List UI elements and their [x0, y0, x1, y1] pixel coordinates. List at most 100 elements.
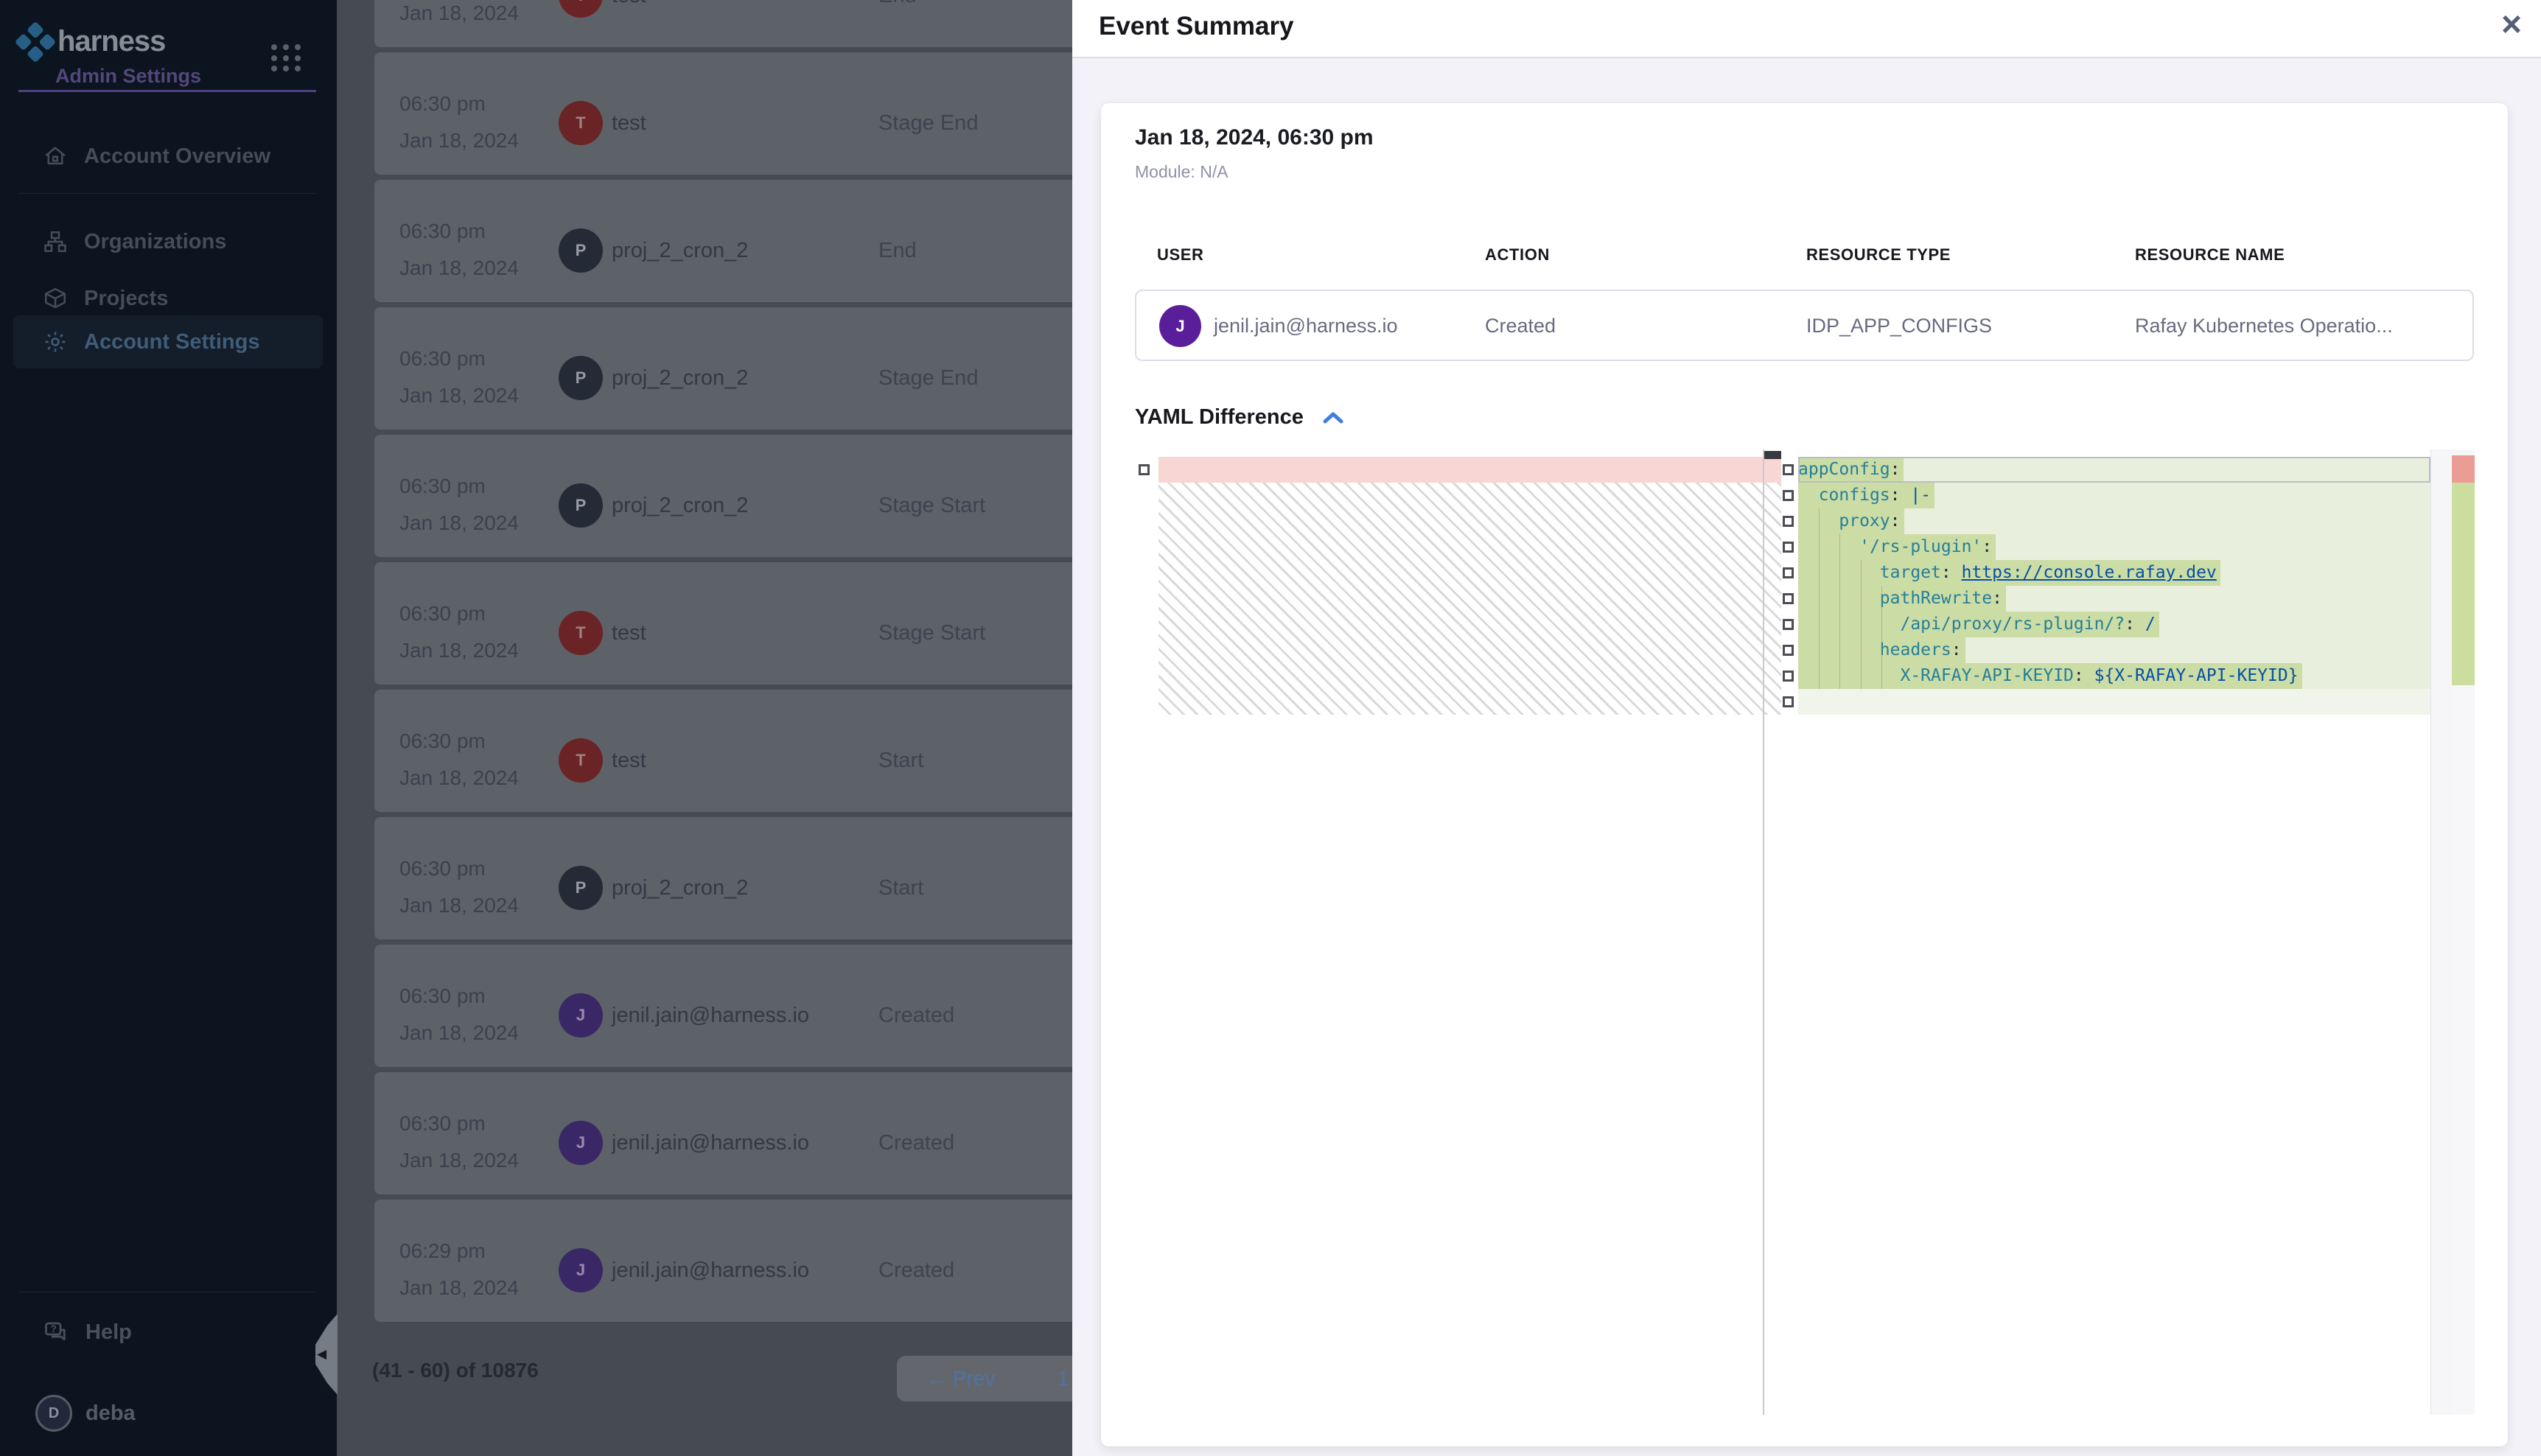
- event-date: Jan 18, 2024: [399, 129, 519, 153]
- svg-text:?: ?: [51, 1323, 57, 1334]
- page-1-button[interactable]: 1: [1058, 1367, 1069, 1390]
- module-subtitle: Admin Settings: [55, 65, 201, 88]
- row-avatar: P: [559, 356, 603, 400]
- event-time: 06:29 pm: [399, 1239, 486, 1263]
- column-header-resource-type: RESOURCE TYPE: [1806, 245, 1951, 265]
- diff-line-marker-icon[interactable]: [1783, 464, 1794, 475]
- event-time: 06:30 pm: [399, 984, 486, 1008]
- ruler-deleted-mark: [2452, 455, 2475, 483]
- diff-line-marker-icon[interactable]: [1783, 593, 1794, 604]
- row-action: Stage Start: [878, 621, 985, 645]
- sidebar-divider: [18, 193, 316, 194]
- diff-line-marker-icon[interactable]: [1139, 464, 1150, 475]
- row-avatar: J: [559, 1121, 603, 1165]
- yaml-inserted-line: appConfig:: [1798, 457, 2430, 483]
- sidebar-item-help[interactable]: ? Help: [13, 1306, 323, 1359]
- event-datetime: Jan 18, 2024, 06:30 pm: [1135, 125, 1374, 150]
- cell-resource-name: Rafay Kubernetes Operatio...: [2135, 315, 2393, 337]
- yaml-inserted-line: target: https://console.rafay.dev: [1798, 560, 2430, 586]
- close-icon[interactable]: ×: [2501, 3, 2522, 47]
- event-date: Jan 18, 2024: [399, 894, 519, 917]
- diff-line-marker-icon[interactable]: [1783, 567, 1794, 578]
- row-name: jenil.jain@harness.io: [612, 1131, 809, 1155]
- row-name: test: [612, 0, 646, 8]
- yaml-inserted-line: '/rs-plugin':: [1798, 534, 2430, 560]
- event-date: Jan 18, 2024: [399, 1, 519, 25]
- row-action: Stage Start: [878, 494, 985, 518]
- diff-line-marker-icon[interactable]: [1783, 671, 1794, 682]
- sidebar: harness Admin Settings Account Overview …: [0, 0, 337, 1456]
- row-action: Created: [878, 1131, 954, 1155]
- event-date: Jan 18, 2024: [399, 1276, 519, 1300]
- yaml-difference-toggle[interactable]: YAML Difference: [1135, 405, 1343, 430]
- row-name: jenil.jain@harness.io: [612, 1004, 809, 1028]
- left-scrollbar-thumb[interactable]: [1764, 451, 1781, 459]
- row-name: test: [612, 621, 646, 645]
- row-action: Start: [878, 749, 923, 773]
- diff-line-marker-icon[interactable]: [1783, 645, 1794, 656]
- home-icon: [43, 144, 68, 169]
- collapse-arrow-icon: ◀: [317, 1347, 326, 1362]
- sidebar-item-label: Organizations: [84, 230, 226, 254]
- column-header-resource-name: RESOURCE NAME: [2135, 245, 2285, 265]
- row-action: Created: [878, 1259, 954, 1283]
- help-label: Help: [85, 1320, 132, 1345]
- row-avatar: J: [559, 993, 603, 1037]
- diff-pane-divider[interactable]: [1763, 449, 1764, 1415]
- harness-logo-text: harness: [57, 25, 165, 58]
- indent-guide: [1839, 534, 1840, 689]
- sidebar-item-label: Projects: [84, 287, 168, 311]
- ruler-inserted-mark: [2452, 483, 2475, 685]
- diff-inserted-pane: appConfig: configs: |- proxy: '/rs-plugi…: [1798, 449, 2430, 1415]
- event-time: 06:30 pm: [399, 92, 486, 116]
- row-avatar: T: [559, 738, 603, 783]
- diff-line-marker-icon[interactable]: [1783, 490, 1794, 501]
- sidebar-item-organizations[interactable]: Organizations: [13, 215, 323, 268]
- diff-line-marker-icon[interactable]: [1783, 619, 1794, 630]
- event-date: Jan 18, 2024: [399, 511, 519, 535]
- sidebar-item-account-overview[interactable]: Account Overview: [13, 130, 323, 183]
- event-time: 06:30 pm: [399, 347, 486, 371]
- cell-resource-type: IDP_APP_CONFIGS: [1806, 315, 1992, 337]
- yaml-inserted-line: configs: |-: [1798, 483, 2430, 508]
- right-scrollbar-track[interactable]: [2430, 449, 2452, 1415]
- row-avatar: P: [559, 483, 603, 528]
- event-date: Jan 18, 2024: [399, 384, 519, 407]
- harness-logo: harness: [21, 25, 165, 58]
- event-date: Jan 18, 2024: [399, 639, 519, 662]
- row-avatar: P: [559, 866, 603, 910]
- row-avatar: T: [559, 0, 603, 18]
- yaml-trailing-line: [1798, 689, 2430, 715]
- sidebar-item-account-settings[interactable]: Account Settings: [13, 315, 323, 368]
- indent-guide: [1881, 586, 1882, 689]
- event-summary-drawer: Event Summary × Jan 18, 2024, 06:30 pm M…: [1072, 0, 2541, 1456]
- prev-page-button[interactable]: ← Prev: [926, 1367, 995, 1390]
- yaml-inserted-line: X-RAFAY-API-KEYID: ${X-RAFAY-API-KEYID}: [1798, 663, 2430, 689]
- row-name: jenil.jain@harness.io: [612, 1259, 809, 1283]
- diff-line-marker-icon[interactable]: [1783, 516, 1794, 527]
- diff-filler-hatch: [1158, 483, 1781, 715]
- indent-guide: [1861, 560, 1862, 689]
- chevron-up-icon[interactable]: [1323, 410, 1343, 425]
- event-summary-card: Jan 18, 2024, 06:30 pm Module: N/A USER …: [1101, 103, 2508, 1446]
- diff-line-marker-icon[interactable]: [1783, 696, 1794, 707]
- row-action: Created: [878, 1004, 954, 1028]
- row-action: Stage End: [878, 111, 978, 136]
- column-header-user: USER: [1157, 245, 1204, 265]
- help-chat-icon: ?: [43, 1319, 69, 1345]
- sidebar-user[interactable]: D deba: [13, 1390, 323, 1437]
- indent-guide: [1819, 508, 1820, 689]
- row-name: proj_2_cron_2: [612, 494, 748, 518]
- row-name: proj_2_cron_2: [612, 239, 748, 263]
- app-grid-icon[interactable]: [271, 44, 302, 72]
- diff-removed-line: [1158, 457, 1781, 483]
- event-detail-row: J jenil.jain@harness.io Created IDP_APP_…: [1135, 290, 2474, 361]
- column-header-action: ACTION: [1485, 245, 1550, 265]
- event-time: 06:30 pm: [399, 1112, 486, 1135]
- target-url-link[interactable]: https://console.rafay.dev: [1962, 563, 2217, 582]
- row-avatar: J: [559, 1248, 603, 1292]
- yaml-inserted-line: pathRewrite:: [1798, 586, 2430, 612]
- diff-line-marker-icon[interactable]: [1783, 542, 1794, 553]
- event-time: 06:30 pm: [399, 857, 486, 881]
- user-avatar: D: [35, 1395, 72, 1432]
